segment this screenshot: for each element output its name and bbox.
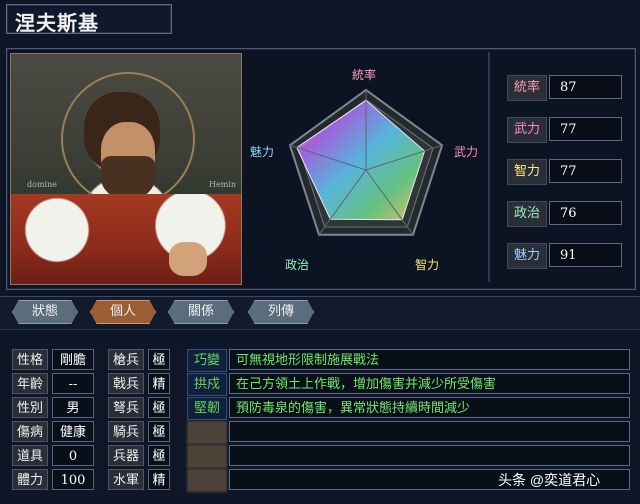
stats-divider <box>488 52 490 282</box>
tab-relations[interactable]: 關係 <box>168 300 234 324</box>
skill-name: 巧變 <box>187 349 227 372</box>
portrait: domine Hemin <box>10 53 242 285</box>
personal-value: -- <box>52 373 94 394</box>
skill-slot-empty <box>187 445 227 468</box>
tab-status[interactable]: 狀態 <box>12 300 78 324</box>
stat-value: 91 <box>549 243 622 267</box>
stat-label: 智力 <box>507 159 547 185</box>
radar-svg <box>288 88 444 236</box>
troop-grade: 精 <box>148 373 170 394</box>
radar-grid <box>288 88 444 236</box>
troop-label: 騎兵 <box>108 421 144 442</box>
stat-label: 魅力 <box>507 243 547 269</box>
portrait-hand <box>169 242 207 276</box>
portrait-cape <box>11 194 241 284</box>
troop-label: 戟兵 <box>108 373 144 394</box>
stat-value: 87 <box>549 75 622 99</box>
personal-value: 100 <box>52 469 94 490</box>
portrait-right-text: Hemin <box>209 180 237 189</box>
personal-label: 年齡 <box>12 373 48 394</box>
tab-biography[interactable]: 列傳 <box>248 300 314 324</box>
character-name: 涅夫斯基 <box>15 11 99 35</box>
radar-label-intelligence: 智力 <box>415 258 440 272</box>
personal-label: 性別 <box>12 397 48 418</box>
troop-label: 弩兵 <box>108 397 144 418</box>
skill-slot-empty <box>187 421 227 444</box>
stat-value: 77 <box>549 159 622 183</box>
personal-label: 性格 <box>12 349 48 370</box>
radar-label-politics: 政治 <box>285 258 310 272</box>
watermark: 头条 @奕道君心 <box>498 472 601 488</box>
troop-label: 水軍 <box>108 469 144 490</box>
personal-label: 道具 <box>12 445 48 466</box>
stat-label: 統率 <box>507 75 547 101</box>
character-name-box: 涅夫斯基 <box>6 4 172 35</box>
personal-label: 體力 <box>12 469 48 490</box>
troop-grade: 極 <box>148 421 170 442</box>
skill-description: 可無視地形限制施展戰法 <box>229 349 630 370</box>
troop-grade: 極 <box>148 349 170 370</box>
skill-description-empty <box>229 445 630 466</box>
radar-label-charisma: 魅力 <box>250 145 275 159</box>
radar-label-command: 統率 <box>352 68 377 82</box>
troop-label: 兵器 <box>108 445 144 466</box>
stat-value: 76 <box>549 201 622 225</box>
skill-name: 堅韌 <box>187 397 227 420</box>
troop-label: 槍兵 <box>108 349 144 370</box>
personal-value: 0 <box>52 445 94 466</box>
skill-slot-empty <box>187 469 227 492</box>
personal-value: 剛膽 <box>52 349 94 370</box>
personal-label: 傷病 <box>12 421 48 442</box>
troop-grade: 極 <box>148 445 170 466</box>
skill-name: 拱戍 <box>187 373 227 396</box>
skill-description-empty <box>229 421 630 442</box>
troop-grade: 極 <box>148 397 170 418</box>
stats-radar-chart: 統率 武力 智力 政治 魅力 <box>244 56 488 280</box>
troop-grade: 精 <box>148 469 170 490</box>
radar-label-force: 武力 <box>454 145 479 159</box>
stat-row-intelligence: 智力 77 <box>507 159 627 185</box>
tab-personal[interactable]: 個人 <box>90 300 156 324</box>
stat-row-command: 統率 87 <box>507 75 627 101</box>
skill-description: 預防毒泉的傷害，異常狀態持續時間減少 <box>229 397 630 418</box>
stat-row-charisma: 魅力 91 <box>507 243 627 269</box>
personal-value: 健康 <box>52 421 94 442</box>
stat-row-force: 武力 77 <box>507 117 627 143</box>
stat-label: 武力 <box>507 117 547 143</box>
personal-value: 男 <box>52 397 94 418</box>
skill-description: 在己方領土上作戰，增加傷害并減少所受傷害 <box>229 373 630 394</box>
stat-value: 77 <box>549 117 622 141</box>
stat-label: 政治 <box>507 201 547 227</box>
portrait-left-text: domine <box>27 180 57 189</box>
tab-strip: 狀態 個人 關係 列傳 <box>0 296 640 330</box>
stat-row-politics: 政治 76 <box>507 201 627 227</box>
